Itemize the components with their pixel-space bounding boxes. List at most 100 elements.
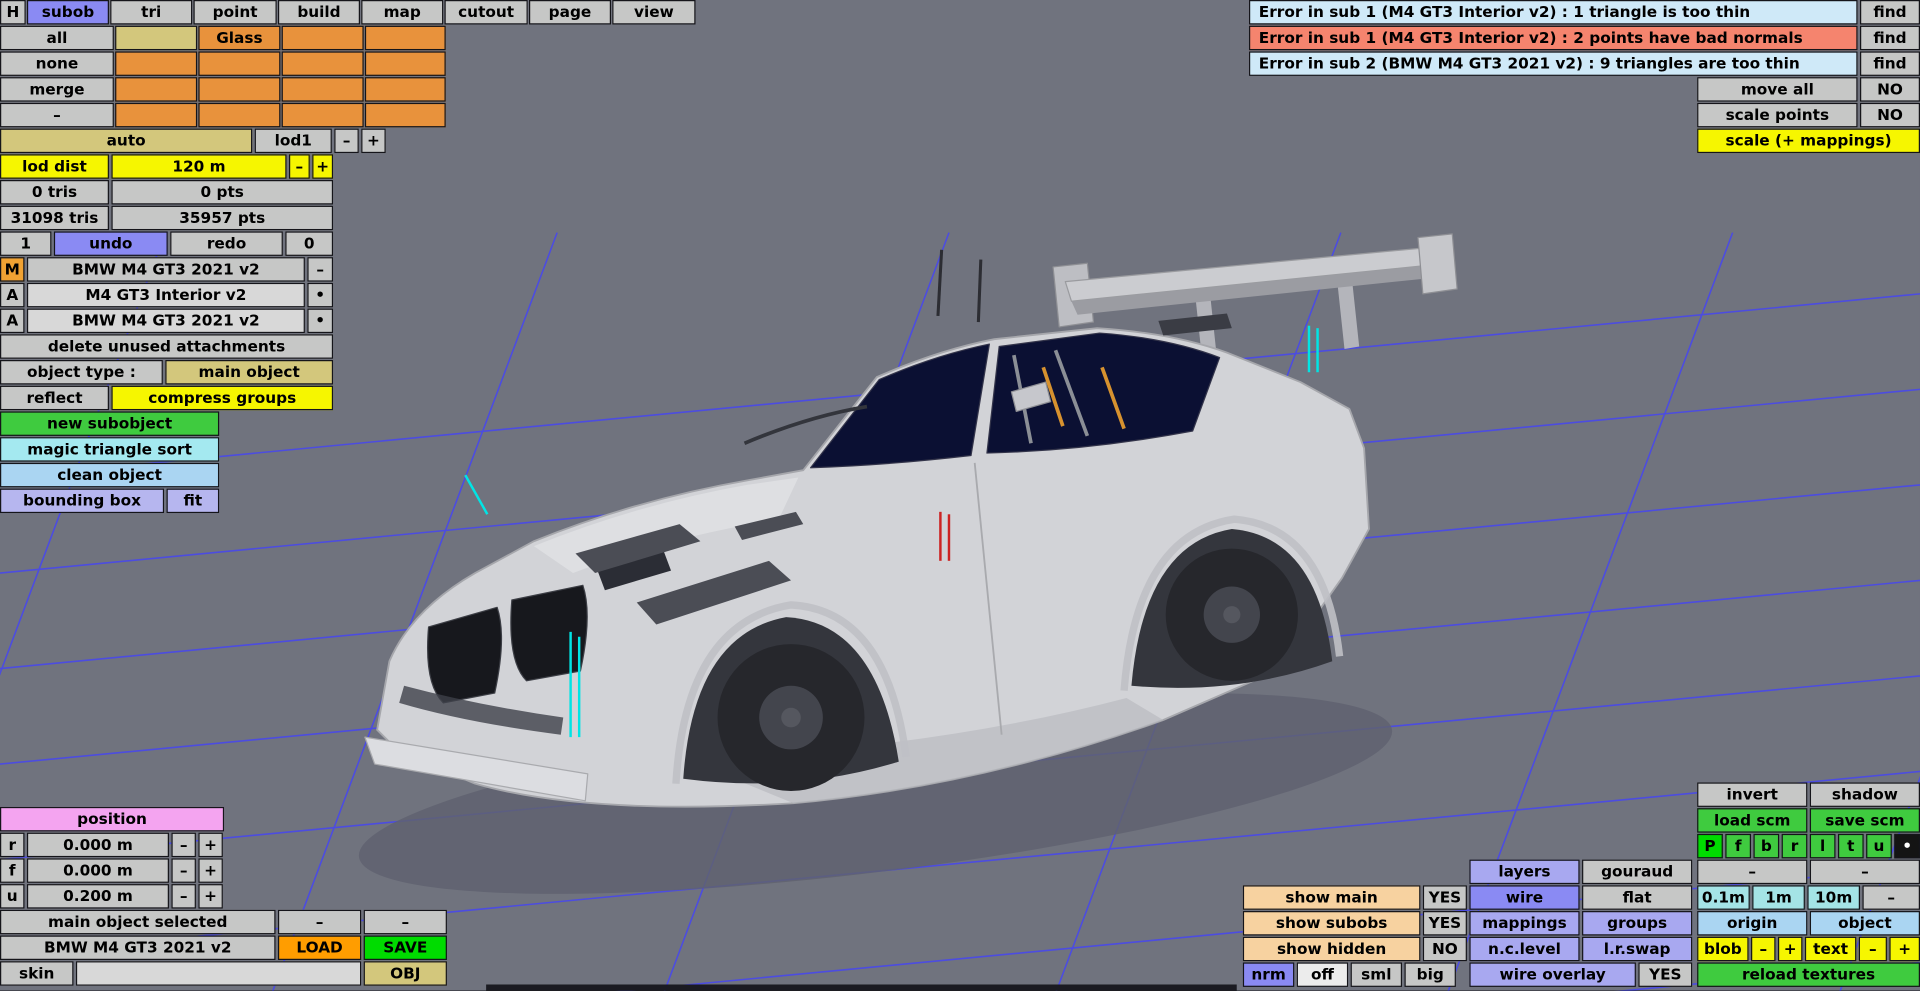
text-minus-button[interactable]: – xyxy=(1858,936,1887,962)
select-none-button[interactable]: none xyxy=(0,51,114,76)
grid-step-1m-button[interactable]: 1m xyxy=(1752,885,1805,910)
axis-r-plus-button[interactable]: + xyxy=(198,832,223,858)
palette-cell[interactable] xyxy=(115,25,198,51)
proj-f-button[interactable]: f xyxy=(1725,833,1752,859)
tab-tri[interactable]: tri xyxy=(110,0,193,25)
object-row-tag[interactable]: A xyxy=(0,282,25,308)
move-all-button[interactable]: move all xyxy=(1697,77,1858,102)
clean-object-button[interactable]: clean object xyxy=(0,462,220,488)
proj-r-button[interactable]: r xyxy=(1781,833,1808,859)
blob-button[interactable]: blob xyxy=(1697,936,1749,962)
object-type-value[interactable]: main object xyxy=(165,359,334,385)
reload-textures-button[interactable]: reload textures xyxy=(1697,962,1920,987)
axis-r-minus-button[interactable]: – xyxy=(171,832,196,858)
proj-b-button[interactable]: b xyxy=(1753,833,1780,859)
axis-r-value[interactable]: 0.000 m xyxy=(26,832,169,858)
text-plus-button[interactable]: + xyxy=(1889,936,1920,962)
palette-cell[interactable] xyxy=(364,51,446,76)
nrm-button[interactable]: nrm xyxy=(1242,962,1295,987)
layers-button[interactable]: layers xyxy=(1469,859,1580,885)
wire-button[interactable]: wire xyxy=(1469,885,1580,910)
mappings-button[interactable]: mappings xyxy=(1469,911,1580,936)
object-button[interactable]: object xyxy=(1809,911,1920,936)
selection-slot1-button[interactable]: – xyxy=(277,909,362,935)
axis-f-plus-button[interactable]: + xyxy=(198,858,223,883)
object-row-tag[interactable]: A xyxy=(0,308,25,334)
text-button[interactable]: text xyxy=(1804,936,1857,962)
proj-l-button[interactable]: l xyxy=(1809,833,1836,859)
lod-dist-value[interactable]: 120 m xyxy=(111,154,287,179)
nrm-sml-button[interactable]: sml xyxy=(1350,962,1403,987)
tab-subob[interactable]: subob xyxy=(26,0,109,25)
palette-cell[interactable] xyxy=(198,51,281,76)
grid-step-off-button[interactable]: – xyxy=(1862,885,1920,910)
scale-mappings-button[interactable]: scale (+ mappings) xyxy=(1697,128,1920,154)
selection-slot2-button[interactable]: – xyxy=(363,909,447,935)
blob-minus-button[interactable]: – xyxy=(1751,936,1776,962)
groups-button[interactable]: groups xyxy=(1582,911,1693,936)
proj-p-button[interactable]: P xyxy=(1697,833,1723,859)
select-all-button[interactable]: all xyxy=(0,25,114,51)
show-hidden-button[interactable]: show hidden xyxy=(1242,936,1421,962)
palette-cell[interactable] xyxy=(364,102,446,128)
palette-cell[interactable] xyxy=(115,102,198,128)
lod-minus-button[interactable]: – xyxy=(334,128,359,154)
reflect-button[interactable]: reflect xyxy=(0,385,109,411)
palette-cell-glass[interactable]: Glass xyxy=(198,25,281,51)
auto-button[interactable]: auto xyxy=(0,128,253,154)
tab-page[interactable]: page xyxy=(528,0,612,25)
nrm-big-button[interactable]: big xyxy=(1404,962,1456,987)
view-slot2-button[interactable]: – xyxy=(1809,859,1920,885)
tab-build[interactable]: build xyxy=(277,0,360,25)
nc-level-button[interactable]: n.c.level xyxy=(1469,936,1580,962)
palette-cell[interactable] xyxy=(281,25,364,51)
tab-point[interactable]: point xyxy=(193,0,277,25)
axis-u-minus-button[interactable]: – xyxy=(171,884,196,909)
flat-button[interactable]: flat xyxy=(1582,885,1693,910)
axis-u-plus-button[interactable]: + xyxy=(198,884,223,909)
nrm-off-button[interactable]: off xyxy=(1296,962,1349,987)
proj-t-button[interactable]: t xyxy=(1837,833,1864,859)
palette-cell[interactable] xyxy=(364,77,446,102)
magic-triangle-sort-button[interactable]: magic triangle sort xyxy=(0,437,220,462)
load-scm-button[interactable]: load scm xyxy=(1697,808,1808,833)
bounding-box-fit-button[interactable]: fit xyxy=(166,488,220,514)
select-dash-button[interactable]: – xyxy=(0,102,114,128)
tab-cutout[interactable]: cutout xyxy=(444,0,528,25)
show-main-toggle[interactable]: YES xyxy=(1422,885,1467,910)
lr-swap-button[interactable]: l.r.swap xyxy=(1582,936,1693,962)
error-find-button[interactable]: find xyxy=(1859,51,1920,76)
show-subobs-button[interactable]: show subobs xyxy=(1242,911,1421,936)
invert-button[interactable]: invert xyxy=(1697,782,1808,807)
obj-export-button[interactable]: OBJ xyxy=(363,961,447,986)
tab-map[interactable]: map xyxy=(361,0,444,25)
object-row-flag[interactable]: • xyxy=(307,282,334,308)
grid-step-10m-button[interactable]: 10m xyxy=(1807,885,1860,910)
blob-plus-button[interactable]: + xyxy=(1777,936,1803,962)
shadow-button[interactable]: shadow xyxy=(1809,782,1920,807)
move-all-toggle[interactable]: NO xyxy=(1859,77,1920,102)
error-find-button[interactable]: find xyxy=(1859,0,1920,25)
lod-dist-minus-button[interactable]: – xyxy=(288,154,310,179)
object-row-flag[interactable]: • xyxy=(307,308,334,334)
scale-points-button[interactable]: scale points xyxy=(1697,102,1858,128)
new-subobject-button[interactable]: new subobject xyxy=(0,411,220,436)
palette-cell[interactable] xyxy=(364,25,446,51)
palette-cell[interactable] xyxy=(115,51,198,76)
save-scm-button[interactable]: save scm xyxy=(1809,808,1920,833)
show-subobs-toggle[interactable]: YES xyxy=(1422,911,1467,936)
show-main-button[interactable]: show main xyxy=(1242,885,1421,910)
bounding-box-button[interactable]: bounding box xyxy=(0,488,165,514)
undo-button[interactable]: undo xyxy=(53,231,168,256)
compress-groups-button[interactable]: compress groups xyxy=(111,385,334,411)
object-row-flag[interactable]: – xyxy=(307,257,334,282)
origin-button[interactable]: origin xyxy=(1697,911,1808,936)
toolbar-h-button[interactable]: H xyxy=(0,0,26,25)
palette-cell[interactable] xyxy=(281,102,364,128)
load-button[interactable]: LOAD xyxy=(277,935,362,960)
lod-dist-plus-button[interactable]: + xyxy=(312,154,334,179)
wire-overlay-button[interactable]: wire overlay xyxy=(1469,962,1636,987)
skin-field[interactable] xyxy=(75,961,362,986)
wire-overlay-toggle[interactable]: YES xyxy=(1638,962,1693,987)
palette-cell[interactable] xyxy=(281,77,364,102)
